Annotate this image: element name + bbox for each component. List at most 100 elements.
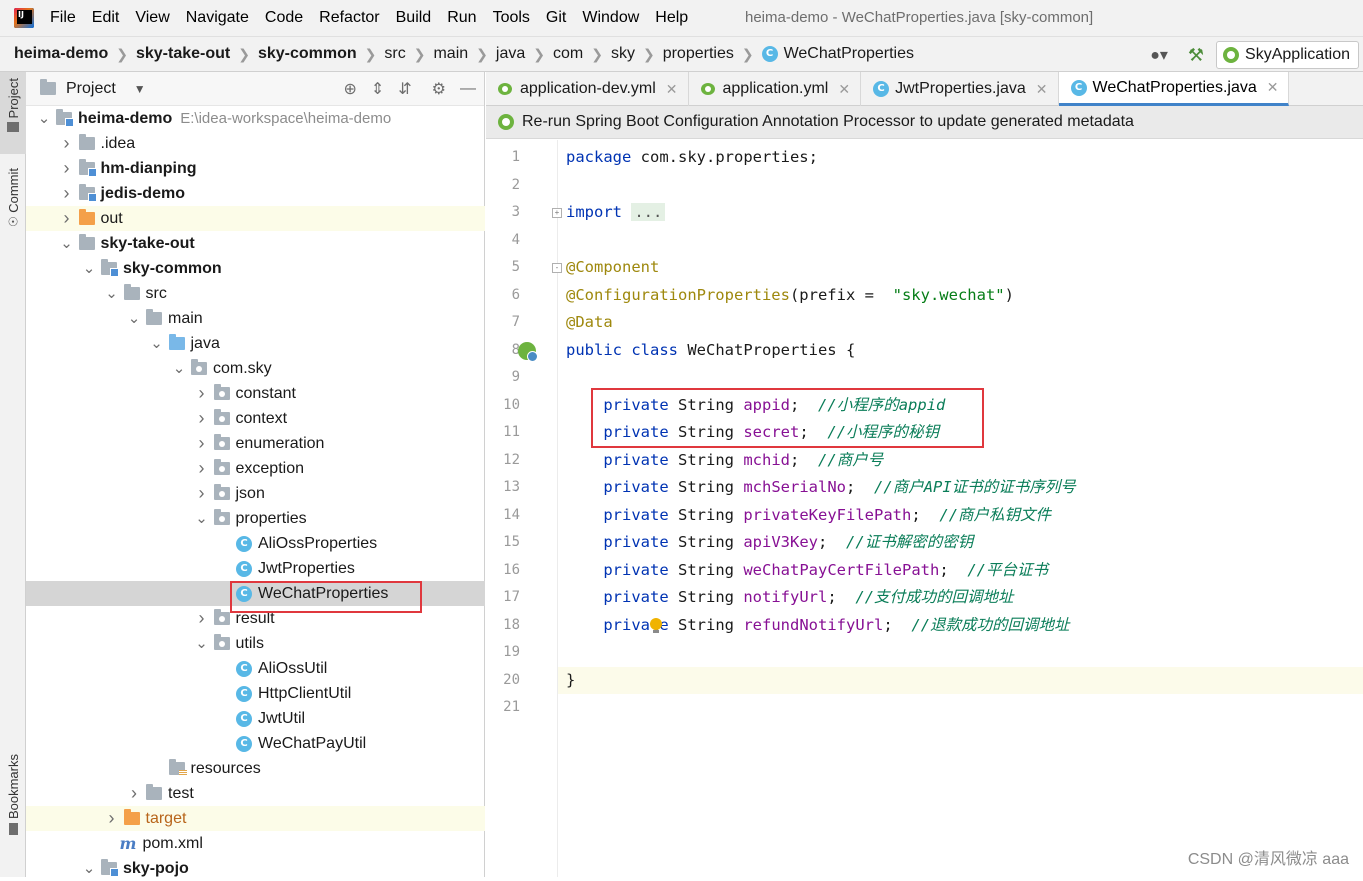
tree-node-resources[interactable]: resources [26, 756, 485, 781]
close-icon[interactable]: ✕ [1036, 81, 1048, 98]
tree-node-aliossutil[interactable]: C AliOssUtil [26, 656, 485, 681]
menu-item-run[interactable]: Run [439, 9, 484, 27]
tab-application-dev-yml[interactable]: application-dev.yml ✕ [486, 72, 689, 106]
expand-all-icon[interactable]: ⇕ [371, 79, 384, 99]
minimize-icon[interactable]: — [460, 80, 476, 98]
code-line[interactable]: private String secret; //小程序的秘钥 [558, 419, 1363, 447]
chevron-right-icon[interactable]: › [59, 208, 75, 229]
chevron-down-icon[interactable]: ⌄ [126, 311, 142, 326]
close-icon[interactable]: ✕ [666, 81, 678, 98]
chevron-right-icon[interactable]: › [194, 433, 210, 454]
project-panel-title[interactable]: Project [66, 80, 116, 98]
breadcrumb-item[interactable]: heima-demo [14, 45, 108, 63]
code-line[interactable]: private String weChatPayCertFilePath; //… [558, 557, 1363, 585]
menu-item-edit[interactable]: Edit [84, 9, 128, 27]
commit-tool-tab[interactable]: Commit ☉ [0, 168, 26, 242]
tree-node-src[interactable]: ⌄ src [26, 281, 485, 306]
code-line[interactable]: @Data [558, 309, 1363, 337]
locate-file-icon[interactable]: ⊕ [343, 79, 356, 99]
menu-item-build[interactable]: Build [388, 9, 440, 27]
code-line[interactable]: public class WeChatProperties { [558, 337, 1363, 365]
collapse-all-icon[interactable]: ⇵ [398, 79, 411, 99]
tree-node-jwtutil[interactable]: C JwtUtil [26, 706, 485, 731]
menu-item-git[interactable]: Git [538, 9, 574, 27]
code-line[interactable] [558, 364, 1363, 392]
chevron-right-icon[interactable]: › [126, 783, 142, 804]
chevron-right-icon[interactable]: › [194, 458, 210, 479]
menu-item-refactor[interactable]: Refactor [311, 9, 387, 27]
code-line[interactable]: private String notifyUrl; //支付成功的回调地址 [558, 584, 1363, 612]
breadcrumb-item[interactable]: java [496, 45, 525, 63]
tab-wechatproperties-java[interactable]: C WeChatProperties.java ✕ [1058, 72, 1290, 106]
tree-node-constant[interactable]: › constant [26, 381, 485, 406]
breadcrumb-item[interactable]: src [384, 45, 405, 63]
code-line[interactable] [558, 172, 1363, 200]
breadcrumb-item[interactable]: com [553, 45, 583, 63]
close-icon[interactable]: ✕ [1267, 79, 1279, 96]
tree-node-target[interactable]: › target [26, 806, 485, 831]
tab-application-yml[interactable]: application.yml ✕ [689, 72, 862, 106]
chevron-down-icon[interactable]: ⌄ [171, 361, 187, 376]
menu-item-window[interactable]: Window [574, 9, 647, 27]
tree-node-sky-take-out[interactable]: ⌄ sky-take-out [26, 231, 485, 256]
code-line[interactable]: private String apiV3Key; //证书解密的密钥 [558, 529, 1363, 557]
breadcrumb-item[interactable]: properties [663, 45, 734, 63]
chevron-down-icon[interactable]: ⌄ [194, 636, 210, 651]
chevron-right-icon[interactable]: › [59, 158, 75, 179]
tree-node-properties[interactable]: ⌄ properties [26, 506, 485, 531]
chevron-right-icon[interactable]: › [194, 383, 210, 404]
tree-node-hm-dianping[interactable]: › hm-dianping [26, 156, 485, 181]
code-line[interactable]: private String refundNotifyUrl; //退款成功的回… [558, 612, 1363, 640]
tree-node-sky-pojo[interactable]: ⌄ sky-pojo [26, 856, 485, 881]
breadcrumb-item[interactable]: sky [611, 45, 635, 63]
code-line[interactable]: import ... [558, 199, 1363, 227]
breadcrumb-item[interactable]: sky-common [258, 45, 357, 63]
spring-bean-icon[interactable] [518, 341, 538, 362]
menu-item-help[interactable]: Help [647, 9, 696, 27]
tree-node-httpclientutil[interactable]: C HttpClientUtil [26, 681, 485, 706]
tree-node-com-sky[interactable]: ⌄ com.sky [26, 356, 485, 381]
breadcrumb-item[interactable]: main [433, 45, 468, 63]
breadcrumb-item[interactable]: C WeChatProperties [761, 45, 914, 63]
code-line[interactable]: private String mchSerialNo; //商户API证书的证书… [558, 474, 1363, 502]
code-line[interactable]: private String privateKeyFilePath; //商户私… [558, 502, 1363, 530]
tree-node-enumeration[interactable]: › enumeration [26, 431, 485, 456]
chevron-right-icon[interactable]: › [59, 133, 75, 154]
chevron-down-icon[interactable]: ⌄ [81, 861, 97, 876]
code-line[interactable]: @ConfigurationProperties(prefix = "sky.w… [558, 282, 1363, 310]
menu-item-code[interactable]: Code [257, 9, 311, 27]
code-line[interactable]: @Component [558, 254, 1363, 282]
tree-node-test[interactable]: › test [26, 781, 485, 806]
lightbulb-icon[interactable] [650, 617, 662, 634]
menu-item-tools[interactable]: Tools [485, 9, 538, 27]
folded-imports[interactable]: ... [631, 203, 666, 221]
line-number-gutter[interactable]: 1 2 3 4 5 6 7 8 9 10 11 12 13 14 15 16 17 18 19 20 21 + - [486, 140, 562, 877]
tree-node-json[interactable]: › json [26, 481, 485, 506]
chevron-down-icon[interactable]: ⌄ [194, 511, 210, 526]
code-line[interactable]: package com.sky.properties; [558, 144, 1363, 172]
code-editor[interactable]: package com.sky.properties; import ... @Co… [558, 140, 1363, 877]
breadcrumb-item[interactable]: sky-take-out [136, 45, 230, 63]
tree-node-aliossproperties[interactable]: C AliOssProperties [26, 531, 485, 556]
chevron-down-icon[interactable]: ⌄ [59, 236, 75, 251]
tree-node-utils[interactable]: ⌄ utils [26, 631, 485, 656]
code-line[interactable] [558, 694, 1363, 722]
chevron-right-icon[interactable]: › [59, 183, 75, 204]
chevron-right-icon[interactable]: › [104, 808, 120, 829]
tree-node-sky-common[interactable]: ⌄ sky-common [26, 256, 485, 281]
tree-node-jwtproperties[interactable]: C JwtProperties [26, 556, 485, 581]
tree-node-jedis-demo[interactable]: › jedis-demo [26, 181, 485, 206]
menu-item-view[interactable]: View [127, 9, 177, 27]
tree-node-main[interactable]: ⌄ main [26, 306, 485, 331]
tree-node-wechatpayutil[interactable]: C WeChatPayUtil [26, 731, 485, 756]
tree-node-exception[interactable]: › exception [26, 456, 485, 481]
tree-node-java[interactable]: ⌄ java [26, 331, 485, 356]
gear-icon[interactable]: ⚙ [432, 79, 446, 99]
tree-node-pom-xml[interactable]: m pom.xml [26, 831, 485, 856]
tree-node-context[interactable]: › context [26, 406, 485, 431]
code-line[interactable]: private String mchid; //商户号 [558, 447, 1363, 475]
build-hammer-icon[interactable]: ⚒ [1188, 45, 1204, 66]
chevron-right-icon[interactable]: › [194, 608, 210, 629]
bookmarks-tool-tab[interactable]: Bookmarks [0, 754, 26, 848]
code-line[interactable]: } [558, 666, 1363, 694]
